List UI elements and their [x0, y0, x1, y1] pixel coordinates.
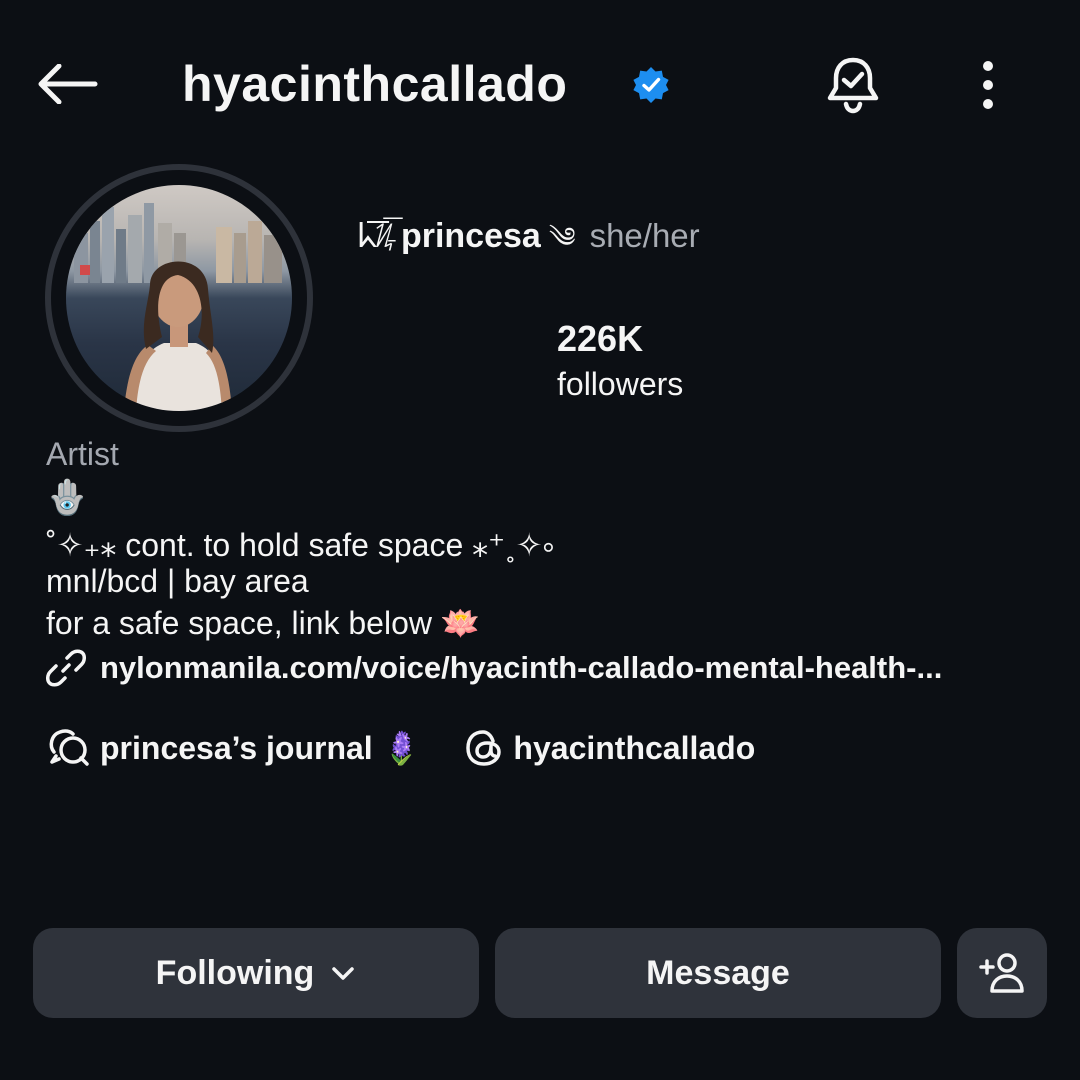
- bio-line: mnl/bcd | bay area: [46, 563, 309, 599]
- chevron-down-icon: [332, 967, 355, 980]
- suggested-people-button[interactable]: [957, 928, 1047, 1018]
- followers-count[interactable]: 226K: [557, 318, 643, 360]
- message-label: Message: [646, 953, 790, 992]
- profile-extras: princesa’s journal 🪻 hyacinthcallado: [46, 726, 755, 770]
- notifications-button[interactable]: [818, 50, 888, 120]
- verified-badge-icon: [632, 66, 670, 104]
- channel-icon: [49, 729, 89, 766]
- add-person-icon: [979, 953, 1024, 993]
- threads-handle[interactable]: hyacinthcallado: [513, 730, 755, 767]
- bell-check-icon: [827, 57, 879, 114]
- followers-label[interactable]: followers: [557, 366, 683, 403]
- following-label: Following: [155, 953, 315, 992]
- channel-label[interactable]: princesa’s journal 🪻: [100, 729, 421, 767]
- avatar-photo: [66, 185, 292, 411]
- back-button[interactable]: [30, 52, 104, 116]
- bio-link-text[interactable]: nylonmanila.com/voice/hyacinth-callado-m…: [100, 650, 942, 686]
- threads-icon: [466, 730, 502, 766]
- name-suffix: ༄: [548, 222, 576, 253]
- back-arrow-icon: [38, 64, 98, 104]
- more-vertical-icon: [983, 61, 993, 109]
- name-decoration: ᖾ͞ᜰ͞ᜳ: [358, 217, 393, 255]
- person-figure-graphic: [124, 261, 232, 411]
- display-name: princesa: [400, 217, 541, 255]
- threads-link[interactable]: hyacinthcallado: [463, 727, 755, 769]
- profile-username: hyacinthcallado: [182, 56, 568, 112]
- following-button[interactable]: Following: [33, 928, 479, 1018]
- message-button[interactable]: Message: [495, 928, 941, 1018]
- profile-avatar[interactable]: [45, 164, 313, 432]
- bio-link[interactable]: nylonmanila.com/voice/hyacinth-callado-m…: [46, 648, 942, 688]
- profile-category: Artist: [46, 436, 119, 472]
- link-icon: [46, 649, 86, 687]
- more-options-button[interactable]: [966, 55, 1010, 115]
- display-name-row: ᖾ͞ᜰ͞ᜳ princesa ༄ she/her: [358, 206, 700, 285]
- bio-line: for a safe space, link below 🪷: [46, 605, 481, 641]
- pronouns: she/her: [589, 217, 700, 254]
- broadcast-channel-link[interactable]: princesa’s journal 🪻: [46, 726, 421, 770]
